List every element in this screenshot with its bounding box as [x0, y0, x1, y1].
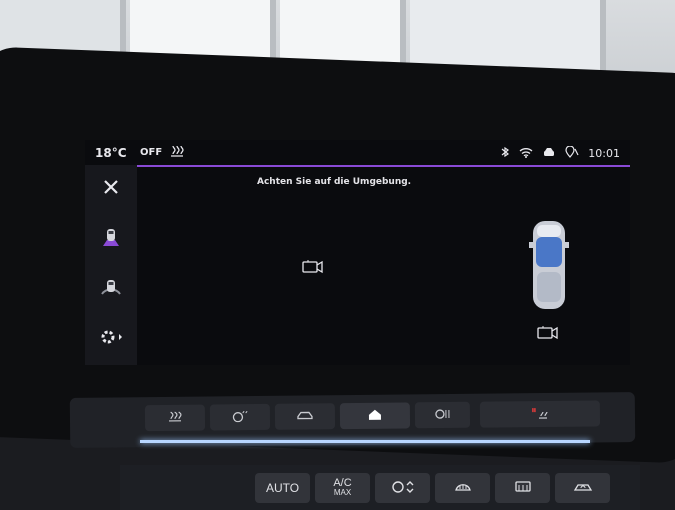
- car-icon: [296, 410, 314, 423]
- home-button[interactable]: [339, 402, 411, 430]
- defrost-front-icon: [454, 480, 472, 497]
- climate-mode: OFF: [140, 147, 163, 158]
- camera-view: Achten Sie auf die Umgebung.: [137, 167, 630, 365]
- defrost-rear-icon: [514, 480, 532, 497]
- passenger-seat-heat-icon: [531, 405, 549, 422]
- steering-heat-icon: [231, 410, 249, 425]
- status-icons: 10:01: [500, 145, 620, 161]
- settings-icon: [98, 327, 124, 351]
- fan-speed-button[interactable]: [375, 473, 430, 503]
- settings-button[interactable]: [85, 317, 137, 361]
- sidebar: [85, 165, 137, 365]
- car-connection-icon: [542, 147, 556, 161]
- fan-icon: [433, 407, 451, 422]
- fan-seat-button[interactable]: [414, 401, 471, 429]
- close-icon: [103, 179, 119, 199]
- camera-rear-icon: [537, 325, 559, 344]
- auto-label: AUTO: [265, 481, 300, 495]
- wifi-icon: [519, 147, 533, 161]
- infotainment-screen: 18°C OFF 10:01 Achten Sie auf die Umgebu…: [85, 140, 630, 365]
- seat-heat-icon: [167, 410, 183, 425]
- car-front-icon: [100, 226, 122, 252]
- location-icon: [565, 145, 579, 161]
- temperature-readout: 18°C: [95, 146, 127, 160]
- defrost-rear-button[interactable]: [495, 473, 550, 503]
- status-bar: 18°C OFF 10:01: [85, 140, 630, 165]
- fan-speed-icon: [391, 480, 415, 497]
- seat-heat-button[interactable]: [144, 404, 206, 432]
- parking-sensor-button[interactable]: [85, 268, 137, 312]
- car-view-button[interactable]: [274, 403, 336, 430]
- close-button[interactable]: [85, 167, 137, 211]
- defrost-front-button[interactable]: [435, 473, 490, 503]
- camera-icon: [302, 259, 324, 278]
- recirculation-icon: [573, 481, 593, 496]
- seat-heat-icon[interactable]: [169, 144, 185, 161]
- car-top-view-icon: [529, 217, 569, 316]
- hvac-panel: AUTO A/C MAX: [120, 465, 640, 510]
- ambient-light-bar: [140, 440, 590, 443]
- clock: 10:01: [588, 147, 620, 160]
- recirculation-button[interactable]: [555, 473, 610, 503]
- auto-button[interactable]: AUTO: [255, 473, 310, 503]
- front-view-button[interactable]: [85, 217, 137, 261]
- home-icon: [368, 408, 382, 423]
- max-label: MAX: [333, 488, 352, 497]
- steering-heat-button[interactable]: [209, 403, 271, 431]
- passenger-seat-heat-button[interactable]: [479, 400, 601, 428]
- bluetooth-icon: [500, 146, 510, 161]
- ac-max-button[interactable]: A/C MAX: [315, 473, 370, 503]
- warning-message: Achten Sie auf die Umgebung.: [257, 177, 412, 187]
- ac-label: A/C: [333, 477, 352, 489]
- parking-sensor-icon: [100, 277, 122, 303]
